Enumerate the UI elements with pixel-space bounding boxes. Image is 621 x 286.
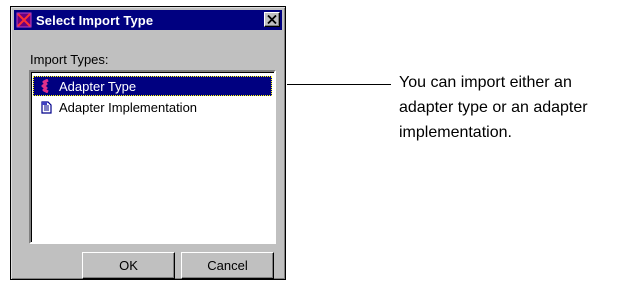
close-button[interactable] <box>264 12 280 27</box>
dialog-title: Select Import Type <box>36 12 154 28</box>
import-types-label: Import Types: <box>30 52 109 67</box>
list-item-label: Adapter Implementation <box>59 99 198 115</box>
app-icon <box>16 12 32 28</box>
ok-button[interactable]: OK <box>82 252 175 279</box>
import-types-list[interactable]: Adapter Type Adapter Implementation <box>29 70 276 244</box>
title-bar[interactable]: Select Import Type <box>14 10 282 30</box>
callout-text: You can import either an adapter type or… <box>399 74 588 141</box>
list-item-label: Adapter Type <box>59 78 137 94</box>
list-item-adapter-implementation[interactable]: Adapter Implementation <box>33 97 272 117</box>
adapter-implementation-icon <box>39 100 53 114</box>
list-item-adapter-type[interactable]: Adapter Type <box>33 76 272 96</box>
select-import-type-dialog: Select Import Type Import Types: Adapter… <box>10 6 286 280</box>
callout-line <box>287 84 391 85</box>
close-icon <box>267 15 277 24</box>
cancel-button[interactable]: Cancel <box>181 252 274 279</box>
adapter-type-icon <box>39 79 53 93</box>
